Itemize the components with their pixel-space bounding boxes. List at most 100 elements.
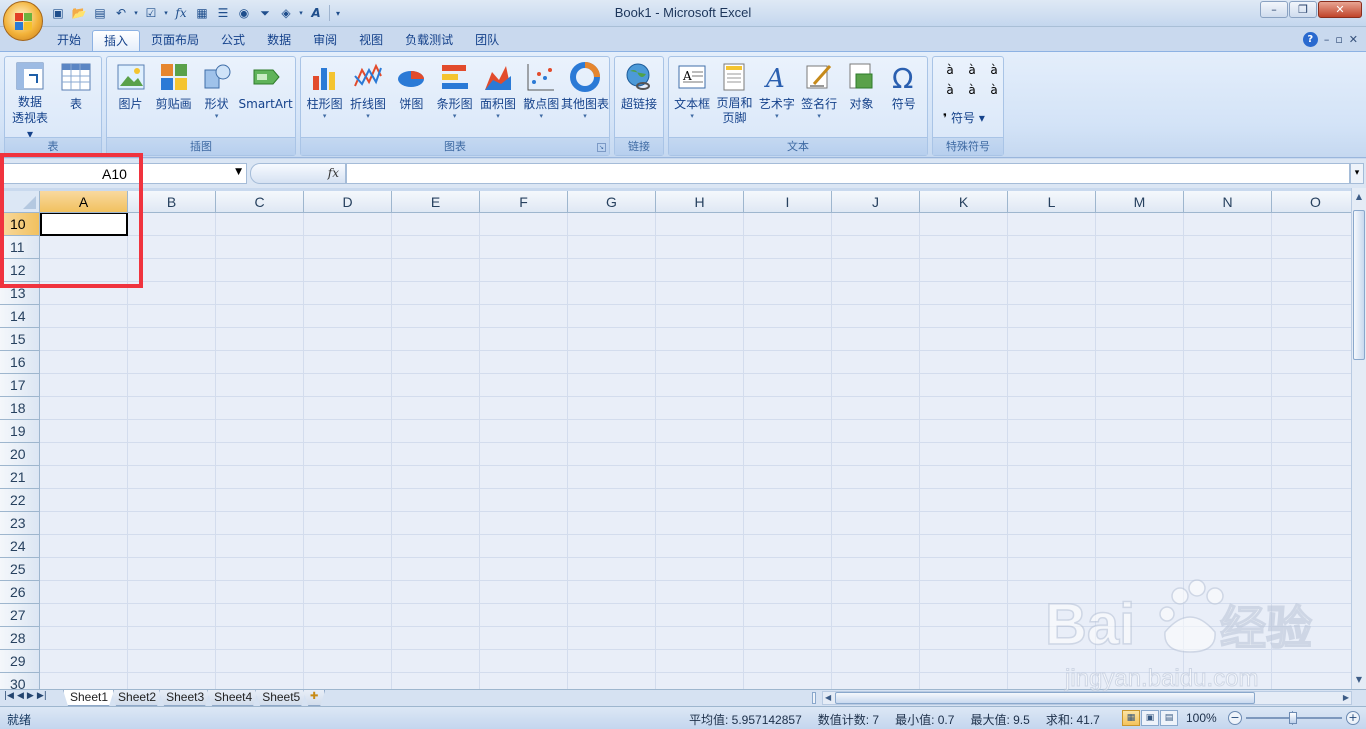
sheet-tab-sheet4[interactable]: Sheet4: [207, 690, 258, 706]
ribbon-restore-button[interactable]: ▫: [1335, 33, 1342, 46]
vertical-scroll-thumb[interactable]: [1353, 210, 1365, 360]
header-footer-button[interactable]: 页眉和 页脚: [713, 59, 755, 135]
name-box[interactable]: A10 ▼: [3, 163, 247, 184]
object-button[interactable]: 对象: [840, 59, 882, 135]
row-header-29[interactable]: 29: [0, 650, 40, 673]
sheet-tab-sheet5[interactable]: Sheet5: [255, 690, 306, 706]
row-header-11[interactable]: 11: [0, 236, 40, 259]
row-header-19[interactable]: 19: [0, 420, 40, 443]
scatter-chart-button[interactable]: 散点图 ▾: [520, 59, 563, 135]
row-header-21[interactable]: 21: [0, 466, 40, 489]
ribbon-close-button[interactable]: ✕: [1349, 33, 1358, 46]
expand-formula-bar-icon[interactable]: ▾: [1350, 163, 1364, 184]
row-header-13[interactable]: 13: [0, 282, 40, 305]
page-layout-view-icon[interactable]: ▣: [1141, 710, 1159, 726]
row-header-23[interactable]: 23: [0, 512, 40, 535]
zoom-in-icon[interactable]: +: [1346, 711, 1360, 725]
clipart-button[interactable]: 剪贴画: [152, 59, 195, 135]
smartart-button[interactable]: SmartArt: [238, 59, 293, 135]
special-symbol[interactable]: à: [939, 63, 961, 77]
row-header-18[interactable]: 18: [0, 397, 40, 420]
column-header-e[interactable]: E: [392, 191, 480, 213]
horizontal-scrollbar[interactable]: ◀ ▶: [822, 691, 1352, 705]
next-sheet-icon[interactable]: ▶: [27, 691, 34, 701]
insert-function-icon[interactable]: fx: [328, 166, 339, 180]
column-header-k[interactable]: K: [920, 191, 1008, 213]
table-button[interactable]: 表: [54, 59, 98, 135]
page-break-view-icon[interactable]: ▤: [1160, 710, 1178, 726]
row-header-28[interactable]: 28: [0, 627, 40, 650]
special-symbol[interactable]: à: [939, 83, 961, 97]
charts-dialog-launcher-icon[interactable]: ↘: [597, 143, 606, 152]
tab-7[interactable]: 负载测试: [394, 30, 464, 52]
wordart-button[interactable]: A 艺术字 ▾: [756, 59, 798, 135]
row-header-26[interactable]: 26: [0, 581, 40, 604]
line-chart-button[interactable]: 折线图 ▾: [346, 59, 389, 135]
shapes-button[interactable]: 形状 ▾: [195, 59, 238, 135]
row-header-25[interactable]: 25: [0, 558, 40, 581]
column-header-g[interactable]: G: [568, 191, 656, 213]
row-header-24[interactable]: 24: [0, 535, 40, 558]
tab-1[interactable]: 插入: [92, 30, 141, 52]
column-header-i[interactable]: I: [744, 191, 832, 213]
row-header-22[interactable]: 22: [0, 489, 40, 512]
symbol-button[interactable]: Ω 符号: [883, 59, 925, 135]
row-header-14[interactable]: 14: [0, 305, 40, 328]
special-symbols-more[interactable]: ❜ 符号 ▾: [943, 109, 985, 126]
row-header-17[interactable]: 17: [0, 374, 40, 397]
textbox-button[interactable]: A 文本框 ▾: [671, 59, 713, 135]
restore-button[interactable]: ❐: [1289, 1, 1317, 18]
worksheet-grid[interactable]: A B C D E F G H I J K L M N O 10 11 12 13 14 15 16 17 18 19 20 21 2…: [0, 191, 1351, 689]
tab-2[interactable]: 页面布局: [140, 30, 210, 52]
scroll-right-icon[interactable]: ▶: [1343, 692, 1349, 704]
column-header-l[interactable]: L: [1008, 191, 1096, 213]
picture-button[interactable]: 图片: [109, 59, 152, 135]
signature-line-button[interactable]: 签名行 ▾: [798, 59, 840, 135]
minimize-button[interactable]: –: [1260, 1, 1288, 18]
area-chart-button[interactable]: 面积图 ▾: [476, 59, 519, 135]
tab-3[interactable]: 公式: [210, 30, 256, 52]
row-header-10[interactable]: 10: [0, 213, 40, 236]
horizontal-scroll-thumb[interactable]: [835, 692, 1255, 704]
special-symbol[interactable]: à: [961, 83, 983, 97]
zoom-level[interactable]: 100%: [1186, 711, 1217, 725]
office-button[interactable]: [3, 1, 43, 41]
column-header-c[interactable]: C: [216, 191, 304, 213]
special-symbol[interactable]: à: [983, 63, 1005, 77]
column-header-j[interactable]: J: [832, 191, 920, 213]
sheet-tab-sheet1[interactable]: Sheet1: [63, 690, 114, 706]
normal-view-icon[interactable]: ▦: [1122, 710, 1140, 726]
column-header-d[interactable]: D: [304, 191, 392, 213]
row-header-30[interactable]: 30: [0, 673, 40, 689]
column-header-m[interactable]: M: [1096, 191, 1184, 213]
row-header-20[interactable]: 20: [0, 443, 40, 466]
hyperlink-button[interactable]: 超链接: [617, 59, 661, 135]
formula-input[interactable]: [346, 163, 1350, 184]
scroll-down-icon[interactable]: ▼: [1352, 673, 1366, 687]
column-header-f[interactable]: F: [480, 191, 568, 213]
ribbon-minimize-button[interactable]: –: [1324, 33, 1330, 46]
tab-split-handle[interactable]: [812, 692, 816, 704]
zoom-out-icon[interactable]: −: [1228, 711, 1242, 725]
bar-chart-button[interactable]: 条形图 ▾: [433, 59, 476, 135]
tab-6[interactable]: 视图: [348, 30, 394, 52]
sheet-tab-sheet3[interactable]: Sheet3: [159, 690, 210, 706]
zoom-slider-thumb[interactable]: [1289, 712, 1297, 724]
special-symbol[interactable]: à: [961, 63, 983, 77]
close-button[interactable]: ✕: [1318, 1, 1362, 18]
help-icon[interactable]: ?: [1302, 32, 1318, 47]
column-chart-button[interactable]: 柱形图 ▾: [303, 59, 346, 135]
row-header-12[interactable]: 12: [0, 259, 40, 282]
column-header-b[interactable]: B: [128, 191, 216, 213]
select-all-corner[interactable]: [0, 191, 40, 213]
column-header-h[interactable]: H: [656, 191, 744, 213]
scroll-up-icon[interactable]: ▲: [1352, 190, 1366, 204]
row-header-27[interactable]: 27: [0, 604, 40, 627]
special-symbol[interactable]: à: [983, 83, 1005, 97]
pie-chart-button[interactable]: 饼图: [390, 59, 433, 135]
sheet-tab-sheet2[interactable]: Sheet2: [111, 690, 162, 706]
prev-sheet-icon[interactable]: ◀: [17, 691, 24, 701]
scroll-left-icon[interactable]: ◀: [825, 692, 831, 704]
pivot-table-button[interactable]: 数据 透视表 ▾: [8, 59, 52, 141]
last-sheet-icon[interactable]: ▶|: [37, 691, 47, 701]
